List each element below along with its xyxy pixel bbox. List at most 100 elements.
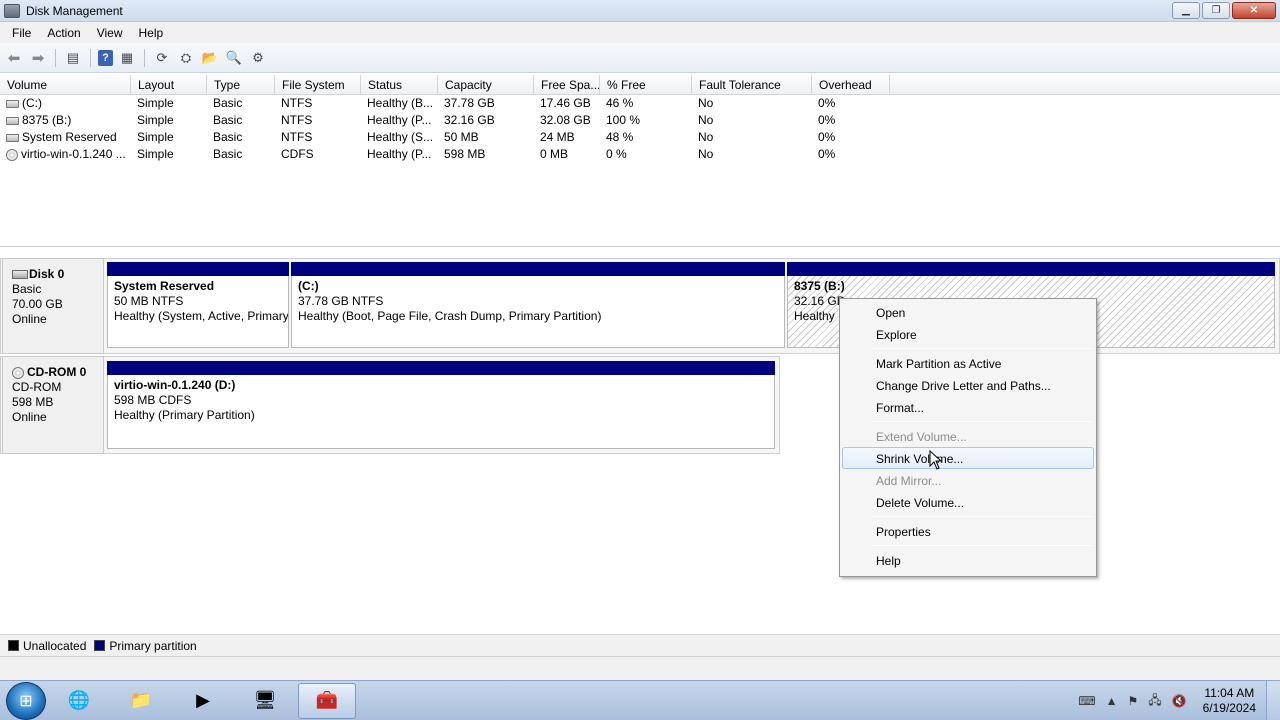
- back-icon[interactable]: ⬅: [4, 48, 24, 68]
- cell-layout: Simple: [137, 147, 174, 161]
- cdrom-0-label[interactable]: CD-ROM 0 CD-ROM 598 MB Online: [2, 356, 104, 454]
- menu-item-format[interactable]: Format...: [842, 396, 1094, 418]
- settings-icon[interactable]: ⚙: [248, 48, 268, 68]
- cell-percent-free: 46 %: [606, 96, 634, 110]
- title-bar: Disk Management ▁ ❐ ✕: [0, 0, 1280, 22]
- rescan-icon[interactable]: ⛭: [176, 48, 196, 68]
- table-row[interactable]: System Reserved Simple Basic NTFS Health…: [0, 129, 1280, 146]
- column-header-volume[interactable]: Volume: [0, 75, 131, 94]
- menu-item-shrink-volume[interactable]: Shrink Volume...: [842, 447, 1094, 469]
- refresh-icon[interactable]: ⟳: [152, 48, 172, 68]
- volume-name: 8375 (B:): [22, 113, 72, 127]
- cell-layout: Simple: [137, 130, 174, 144]
- cdrom-0-size: 598 MB: [12, 395, 54, 409]
- disk-0-label[interactable]: Disk 0 Basic 70.00 GB Online: [2, 258, 104, 354]
- menu-item-properties[interactable]: Properties: [842, 520, 1094, 542]
- cell-file-system: NTFS: [281, 130, 313, 144]
- column-header-type[interactable]: Type: [207, 75, 275, 94]
- cdrom-0-type: CD-ROM: [12, 380, 62, 394]
- properties-icon[interactable]: ▦: [117, 48, 137, 68]
- disk-0-size: 70.00 GB: [12, 297, 63, 311]
- column-header-fault-tolerance[interactable]: Fault Tolerance: [692, 75, 812, 94]
- legend: Unallocated Primary partition: [0, 634, 1280, 656]
- show-hidden-icons[interactable]: ▲: [1106, 694, 1118, 708]
- menu-separator: [872, 545, 1092, 546]
- console-tree-icon[interactable]: ▤: [63, 48, 83, 68]
- partition-d[interactable]: virtio-win-0.1.240 (D:) 598 MB CDFS Heal…: [107, 361, 775, 449]
- column-header-status[interactable]: Status: [361, 75, 438, 94]
- menu-help[interactable]: Help: [131, 26, 172, 40]
- cell-capacity: 37.78 GB: [444, 96, 495, 110]
- cell-free-space: 32.08 GB: [540, 113, 591, 127]
- start-button[interactable]: ⊞: [6, 681, 46, 720]
- primary-partition-bar: [107, 262, 289, 276]
- cell-percent-free: 0 %: [606, 147, 627, 161]
- partition-c[interactable]: (C:) 37.78 GB NTFS Healthy (Boot, Page F…: [291, 262, 785, 348]
- cell-free-space: 17.46 GB: [540, 96, 591, 110]
- help-icon[interactable]: ?: [98, 49, 113, 66]
- column-header-overhead[interactable]: Overhead: [812, 75, 890, 94]
- cd-drive-icon: [12, 366, 24, 379]
- menu-item-mark-active[interactable]: Mark Partition as Active: [842, 352, 1094, 374]
- partition-size: 50 MB NTFS: [114, 294, 184, 308]
- open-folder-icon[interactable]: 📂: [200, 48, 220, 68]
- clock[interactable]: 11:04 AM 6/19/2024: [1203, 686, 1256, 716]
- drive-icon: [6, 116, 19, 125]
- column-header-layout[interactable]: Layout: [131, 75, 207, 94]
- partition-name: (C:): [298, 279, 319, 293]
- cell-file-system: CDFS: [281, 147, 314, 161]
- drive-icon: [6, 133, 19, 142]
- menu-item-explore[interactable]: Explore: [842, 323, 1094, 345]
- cdrom-0-state: Online: [12, 410, 47, 424]
- disk-management-task-icon[interactable]: 🧰: [298, 682, 356, 719]
- show-desktop-button[interactable]: [1266, 681, 1280, 720]
- menu-separator: [872, 421, 1092, 422]
- menu-item-open[interactable]: Open: [842, 301, 1094, 323]
- column-header-capacity[interactable]: Capacity: [438, 75, 534, 94]
- volume-muted-icon[interactable]: 🔇: [1172, 694, 1187, 708]
- toolbar-separator: [90, 48, 91, 67]
- cell-volume: (C:): [0, 95, 131, 112]
- menu-item-change-drive-letter[interactable]: Change Drive Letter and Paths...: [842, 374, 1094, 396]
- cell-status: Healthy (S...: [367, 130, 434, 144]
- drive-icon: [6, 99, 19, 108]
- primary-partition-bar: [787, 262, 1275, 276]
- cell-capacity: 50 MB: [444, 130, 479, 144]
- partition-system-reserved[interactable]: System Reserved 50 MB NTFS Healthy (Syst…: [107, 262, 289, 348]
- cell-free-space: 0 MB: [540, 147, 569, 161]
- close-button[interactable]: ✕: [1232, 2, 1276, 19]
- toolbar: ⬅ ➡ ▤ ? ▦ ⟳ ⛭ 📂 🔍 ⚙: [0, 43, 1280, 73]
- table-row[interactable]: virtio-win-0.1.240 ... Simple Basic CDFS…: [0, 146, 1280, 163]
- table-row[interactable]: 8375 (B:) Simple Basic NTFS Healthy (P..…: [0, 112, 1280, 129]
- action-center-flag-icon[interactable]: ⚑: [1128, 694, 1139, 708]
- column-header-free-space[interactable]: Free Spa...: [534, 75, 600, 94]
- cell-file-system: NTFS: [281, 113, 313, 127]
- file-explorer-icon[interactable]: 📁: [112, 683, 170, 719]
- menu-action[interactable]: Action: [39, 26, 88, 40]
- media-player-icon[interactable]: ▶: [174, 683, 232, 719]
- partition-status: Healthy (Primary Partition): [114, 408, 255, 422]
- keyboard-icon[interactable]: ⌨: [1078, 694, 1095, 708]
- unallocated-swatch: [8, 640, 19, 651]
- network-icon[interactable]: 🖧: [1148, 691, 1161, 712]
- cell-volume: 8375 (B:): [0, 112, 131, 129]
- internet-explorer-icon[interactable]: 🌐: [50, 683, 108, 719]
- menu-file[interactable]: File: [4, 26, 39, 40]
- search-icon[interactable]: 🔍: [224, 48, 244, 68]
- partition-status: Healthy (System, Active, Primary Partiti…: [114, 309, 289, 323]
- table-row[interactable]: (C:) Simple Basic NTFS Healthy (B... 37.…: [0, 95, 1280, 112]
- column-header-file-system[interactable]: File System: [275, 75, 361, 94]
- cell-status: Healthy (P...: [367, 147, 432, 161]
- cell-percent-free: 48 %: [606, 130, 634, 144]
- cell-status: Healthy (P...: [367, 113, 432, 127]
- column-header-percent-free[interactable]: % Free: [600, 75, 692, 94]
- cell-capacity: 598 MB: [444, 147, 486, 161]
- minimize-button[interactable]: ▁: [1172, 2, 1200, 19]
- menu-item-help[interactable]: Help: [842, 549, 1094, 571]
- server-manager-icon[interactable]: 🖥: [236, 683, 294, 719]
- restore-button[interactable]: ❐: [1202, 2, 1230, 19]
- menu-view[interactable]: View: [89, 26, 131, 40]
- menu-item-delete-volume[interactable]: Delete Volume...: [842, 491, 1094, 513]
- forward-icon[interactable]: ➡: [28, 48, 48, 68]
- menu-item-add-mirror: Add Mirror...: [876, 474, 942, 488]
